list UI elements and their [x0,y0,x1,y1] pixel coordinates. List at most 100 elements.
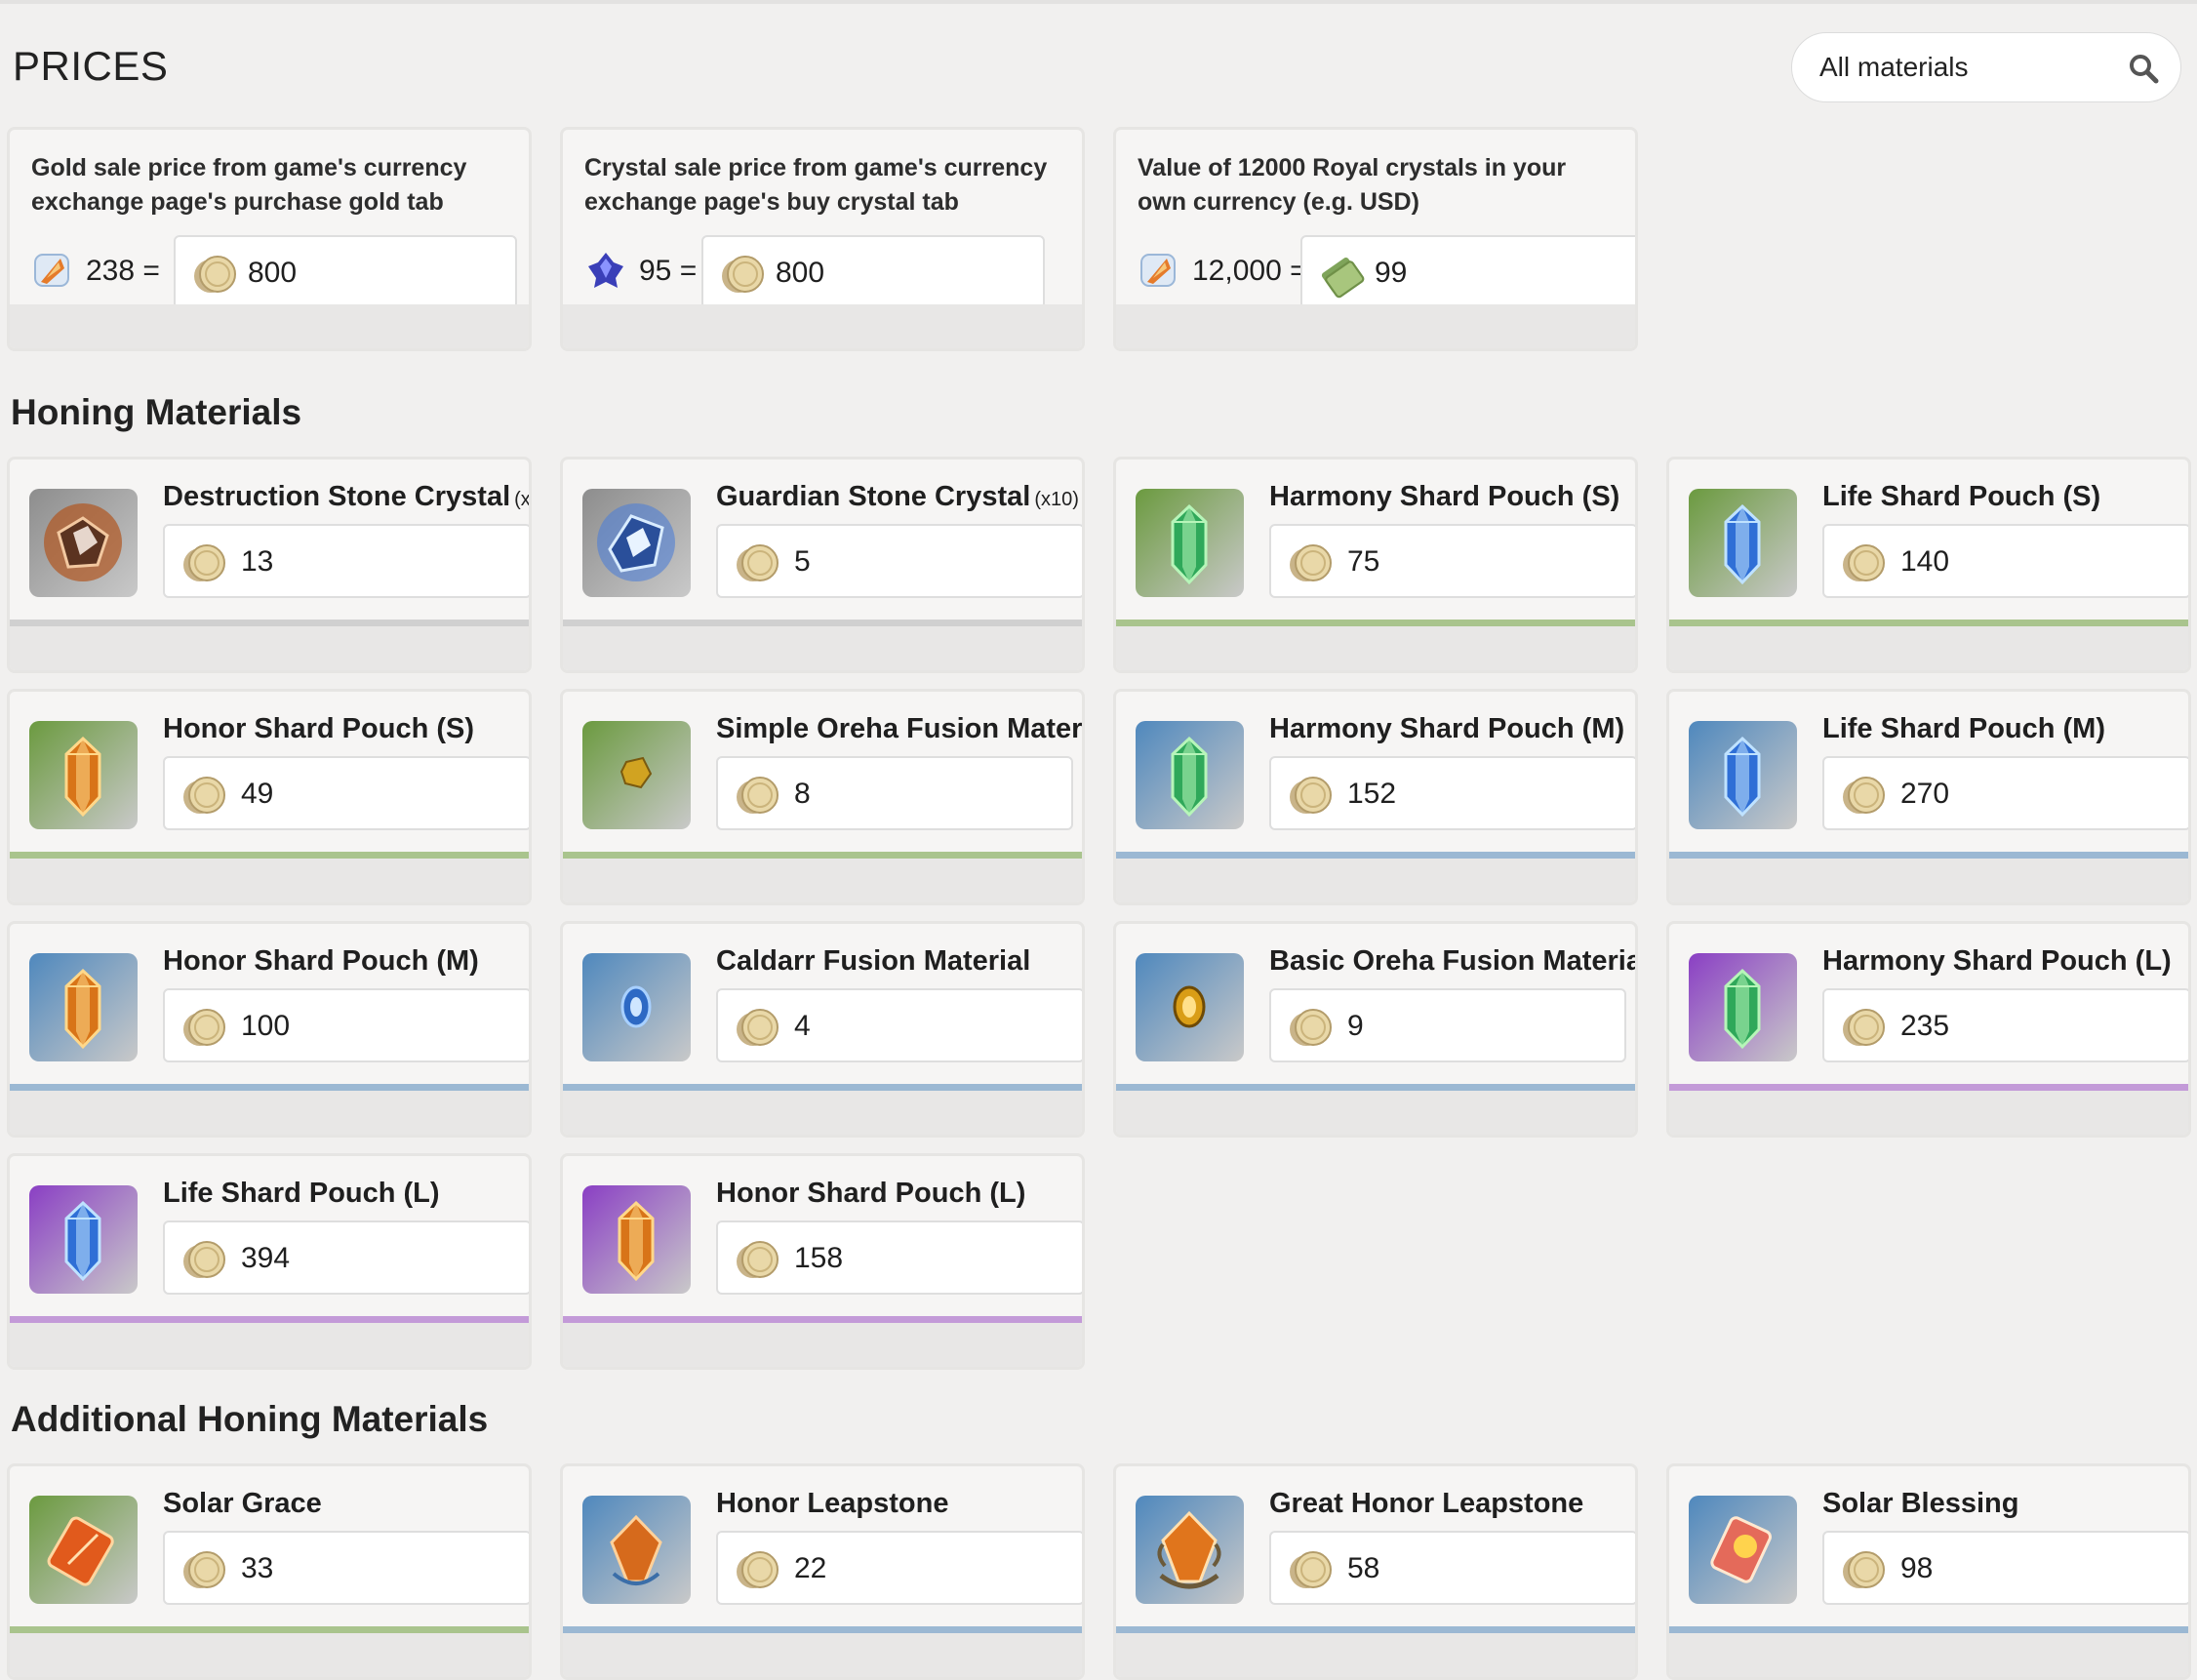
grade-stripe [1116,620,1635,626]
material-card: Harmony Shard Pouch (M) 152 [1113,689,1638,905]
material-price-input[interactable]: 152 [1269,756,1635,830]
card-footer [1669,859,2188,902]
material-price-value[interactable]: 5 [794,545,811,579]
harmony-shard-icon [1136,721,1244,829]
currency-price-input[interactable]: 800 [701,235,1045,309]
material-price-input[interactable]: 235 [1822,988,2188,1062]
material-name: Destruction Stone Crystal(x10) [163,481,529,513]
search-input[interactable]: All materials [1819,52,1968,83]
card-footer [10,859,529,902]
gold-coin-icon [1840,1006,1887,1049]
material-price-input[interactable]: 33 [163,1531,529,1605]
material-price-input[interactable]: 49 [163,756,529,830]
currency-price-value[interactable]: 99 [1375,257,1407,290]
material-filter-search[interactable]: All materials [1791,32,2181,102]
material-price-value[interactable]: 33 [241,1552,273,1585]
material-price-value[interactable]: 13 [241,545,273,579]
search-icon[interactable] [2128,53,2159,84]
material-price-value[interactable]: 100 [241,1010,290,1043]
material-price-value[interactable]: 140 [1900,545,1949,579]
material-card: Honor Shard Pouch (L) 158 [560,1153,1085,1370]
material-price-input[interactable]: 140 [1822,524,2188,598]
card-footer [1116,1091,1635,1135]
currency-price-value[interactable]: 800 [776,257,824,290]
material-price-value[interactable]: 8 [794,778,811,811]
grade-stripe [10,620,529,626]
card-footer [1116,626,1635,670]
great-honor-leapstone-icon [1136,1496,1244,1604]
material-price-input[interactable]: 5 [716,524,1082,598]
material-price-value[interactable]: 58 [1347,1552,1379,1585]
material-price-value[interactable]: 158 [794,1242,843,1275]
life-shard-icon [1689,489,1797,597]
material-price-input[interactable]: 270 [1822,756,2188,830]
material-price-input[interactable]: 98 [1822,1531,2188,1605]
material-price-value[interactable]: 394 [241,1242,290,1275]
material-name-text: Honor Shard Pouch (S) [163,713,474,744]
material-name-text: Solar Blessing [1822,1488,2019,1519]
material-price-input[interactable]: 4 [716,988,1082,1062]
grade-stripe [563,1626,1082,1633]
material-name: Honor Shard Pouch (M) [163,945,479,978]
gold-coin-icon [1287,1548,1334,1591]
gold-coin-icon [180,541,227,584]
card-footer [10,626,529,670]
material-price-value[interactable]: 4 [794,1010,811,1043]
material-name: Honor Shard Pouch (L) [716,1178,1025,1210]
material-name-text: Destruction Stone Crystal [163,481,511,512]
card-footer [1116,1633,1635,1677]
currency-price-value[interactable]: 800 [248,257,297,290]
material-card: Great Honor Leapstone 58 [1113,1463,1638,1680]
currency-description: Value of 12000 Royal crystals in your ow… [1138,154,1567,216]
grade-stripe [563,620,1082,626]
material-price-input[interactable]: 158 [716,1220,1082,1295]
material-price-value[interactable]: 75 [1347,545,1379,579]
material-price-input[interactable]: 13 [163,524,529,598]
currency-description: Gold sale price from game's currency exc… [31,154,467,216]
gold-coin-icon [180,774,227,817]
currency-price-input[interactable]: 99 [1300,235,1635,309]
material-name: Life Shard Pouch (L) [163,1178,440,1210]
card-footer [1669,1633,2188,1677]
material-name-text: Guardian Stone Crystal [716,481,1031,512]
material-price-input[interactable]: 8 [716,756,1073,830]
material-price-value[interactable]: 235 [1900,1010,1949,1043]
material-name: Honor Shard Pouch (S) [163,713,474,745]
material-card: Life Shard Pouch (M) 270 [1666,689,2191,905]
material-name-text: Harmony Shard Pouch (L) [1822,945,2172,977]
material-price-input[interactable]: 100 [163,988,529,1062]
blue-crystal-icon [584,249,627,292]
material-price-value[interactable]: 152 [1347,778,1396,811]
material-name-text: Harmony Shard Pouch (S) [1269,481,1620,512]
honor-leapstone-icon [582,1496,691,1604]
top-divider [0,0,2197,4]
grade-stripe [1116,1084,1635,1091]
gold-coin-icon [734,1238,780,1281]
material-price-value[interactable]: 22 [794,1552,826,1585]
material-price-input[interactable]: 394 [163,1220,529,1295]
material-price-input[interactable]: 22 [716,1531,1082,1605]
currency-price-input[interactable]: 800 [174,235,517,309]
material-price-input[interactable]: 9 [1269,988,1626,1062]
material-card: Basic Oreha Fusion Material 9 [1113,921,1638,1138]
gold-coin-icon [1287,541,1334,584]
gold-coin-icon [734,1006,780,1049]
material-name: Life Shard Pouch (M) [1822,713,2105,745]
material-name: Harmony Shard Pouch (M) [1269,713,1624,745]
life-shard-icon [1689,721,1797,829]
material-price-input[interactable]: 58 [1269,1531,1635,1605]
currency-amount: 12,000 = [1192,255,1307,287]
material-price-value[interactable]: 98 [1900,1552,1933,1585]
life-shard-icon [29,1185,138,1294]
material-name: Simple Oreha Fusion Material [716,713,1082,745]
material-price-value[interactable]: 270 [1900,778,1949,811]
material-name-text: Basic Oreha Fusion Material [1269,945,1638,977]
card-footer [1669,626,2188,670]
gold-coin-icon [1287,1006,1334,1049]
material-price-value[interactable]: 49 [241,778,273,811]
grade-stripe [1669,620,2188,626]
material-price-input[interactable]: 75 [1269,524,1635,598]
card-footer [10,304,529,348]
grade-stripe [10,1084,529,1091]
material-price-value[interactable]: 9 [1347,1010,1364,1043]
